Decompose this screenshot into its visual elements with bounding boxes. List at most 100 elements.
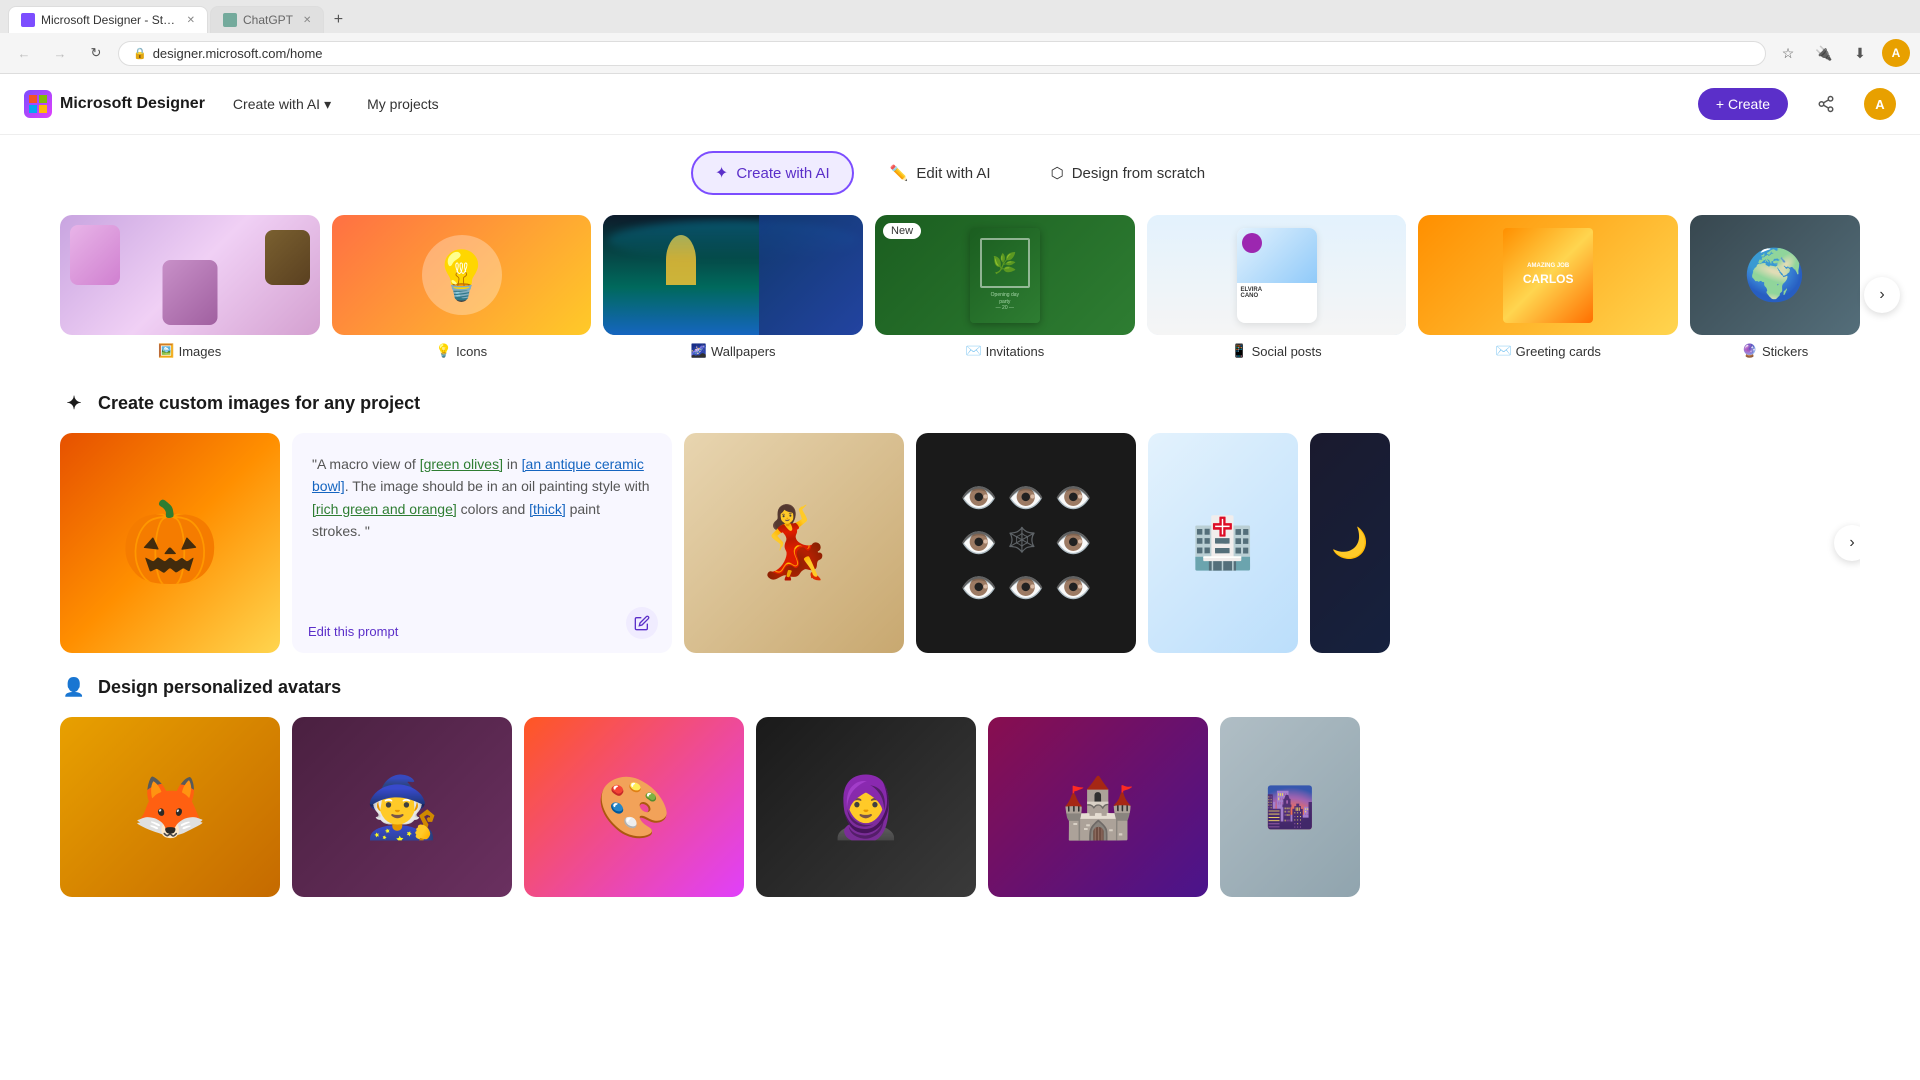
create-ai-label: Create with AI (736, 165, 829, 182)
image-pumpkin[interactable]: 🎃 (60, 433, 280, 653)
nav-my-projects-label: My projects (367, 96, 439, 112)
edit-ai-label: Edit with AI (916, 165, 990, 182)
new-tab-button[interactable]: + (326, 8, 350, 32)
category-stickers[interactable]: 🌍 🔮 Stickers (1690, 215, 1860, 359)
image-doctor[interactable]: 🏥 (1148, 433, 1298, 653)
design-scratch-label: Design from scratch (1072, 165, 1205, 182)
create-button-label: + Create (1716, 96, 1770, 112)
prompt-highlight-colors: [rich green and orange] (312, 501, 457, 517)
category-label-social: 📱 Social posts (1231, 343, 1321, 359)
browser-extension-icon[interactable]: 🔌 (1810, 39, 1838, 67)
category-label-stickers: 🔮 Stickers (1742, 343, 1808, 359)
create-with-ai-tab[interactable]: ✦ Create with AI (691, 151, 854, 195)
actions-bar: ✦ Create with AI ✏️ Edit with AI ⬡ Desig… (0, 135, 1920, 211)
avatar-5[interactable]: 🏰 (988, 717, 1208, 897)
image-dark[interactable]: 🌙 (1310, 433, 1390, 653)
category-img-social: ELVIRACANO (1147, 215, 1407, 335)
bookmark-icon[interactable]: ☆ (1774, 39, 1802, 67)
chatgpt-favicon (223, 13, 237, 27)
browser-actions: ☆ 🔌 ⬇ A (1774, 39, 1910, 67)
browser-tab-chatgpt[interactable]: ChatGPT ✕ (210, 6, 324, 33)
categories-section: 🖼️ Images 💡 💡 Icons (0, 211, 1920, 379)
category-label-invitations: ✉️ Invitations (965, 343, 1044, 359)
edit-icon-button[interactable] (626, 607, 658, 639)
category-label-wallpapers: 🌌 Wallpapers (691, 343, 776, 359)
category-social-posts[interactable]: ELVIRACANO 📱 Social posts (1147, 215, 1407, 359)
tab-close-msdesigner[interactable]: ✕ (187, 15, 195, 26)
edit-ai-icon: ✏️ (890, 164, 909, 182)
category-greeting-cards[interactable]: AMAZING JOBCARLOS ✉️ Greeting cards (1418, 215, 1678, 359)
tab-close-chatgpt[interactable]: ✕ (303, 15, 311, 26)
share-icon-svg (1817, 95, 1835, 113)
category-img-wallpapers (603, 215, 863, 335)
design-scratch-icon: ⬡ (1051, 164, 1064, 182)
nav-reload-button[interactable]: ↻ (82, 39, 110, 67)
nav-back-button[interactable]: ← (10, 39, 38, 67)
tab-title-msdesigner: Microsoft Designer - Stunning (41, 13, 177, 27)
wallpapers-icon: 🌌 (691, 343, 707, 359)
avatar-6[interactable]: 🌆 (1220, 717, 1360, 897)
category-label-images: 🖼️ Images (158, 343, 221, 359)
avatar-2[interactable]: 🧙 (292, 717, 512, 897)
category-img-greeting: AMAZING JOBCARLOS (1418, 215, 1678, 335)
greeting-icon: ✉️ (1495, 343, 1511, 359)
ssl-lock-icon: 🔒 (133, 47, 147, 60)
nav-my-projects-link[interactable]: My projects (359, 92, 447, 116)
address-text: designer.microsoft.com/home (153, 46, 323, 61)
brand-name: Microsoft Designer (60, 95, 205, 113)
category-label-icons: 💡 Icons (436, 343, 487, 359)
prompt-card: "A macro view of [green olives] in [an a… (292, 433, 672, 653)
avatars-title: 👤 Design personalized avatars (60, 673, 1860, 701)
avatar-3[interactable]: 🎨 (524, 717, 744, 897)
prompt-highlight-thick: [thick] (529, 501, 566, 517)
stickers-icon: 🔮 (1742, 343, 1758, 359)
category-img-invitations: New 🌿 Opening dayparty— 20 — (875, 215, 1135, 335)
brand: Microsoft Designer (24, 90, 205, 118)
microsoft-logo-icon (29, 95, 47, 113)
prompt-highlight-olives: [green olives] (420, 456, 503, 472)
category-images[interactable]: 🖼️ Images (60, 215, 320, 359)
invitations-icon: ✉️ (965, 343, 981, 359)
share-icon[interactable] (1808, 86, 1844, 122)
category-label-greeting: ✉️ Greeting cards (1495, 343, 1600, 359)
category-img-stickers: 🌍 (1690, 215, 1860, 335)
image-spiders[interactable]: 👁️ 👁️ 👁️ 👁️ 🕸️ 👁️ 👁️ 👁️ 👁️ (916, 433, 1136, 653)
category-wallpapers[interactable]: 🌌 Wallpapers (603, 215, 863, 359)
browser-tab-msdesigner[interactable]: Microsoft Designer - Stunning ✕ (8, 6, 208, 33)
prompt-text: "A macro view of [green olives] in [an a… (312, 453, 652, 543)
categories-row: 🖼️ Images 💡 💡 Icons (60, 215, 1860, 359)
create-button[interactable]: + Create (1698, 88, 1788, 120)
categories-scroll-arrow[interactable]: › (1864, 277, 1900, 313)
edit-prompt-button[interactable]: Edit this prompt (308, 624, 398, 639)
design-from-scratch-tab[interactable]: ⬡ Design from scratch (1027, 152, 1229, 194)
edit-with-ai-tab[interactable]: ✏️ Edit with AI (866, 152, 1015, 194)
social-icon: 📱 (1231, 343, 1247, 359)
msdesigner-favicon (21, 13, 35, 27)
nav-create-ai-dropdown[interactable]: Create with AI ▾ (225, 92, 339, 117)
avatar-4[interactable]: 🧕 (756, 717, 976, 897)
images-icon: 🖼️ (158, 343, 174, 359)
create-ai-icon: ✦ (715, 163, 728, 183)
app-container: Microsoft Designer Create with AI ▾ My p… (0, 74, 1920, 917)
images-carousel-arrow[interactable]: › (1834, 525, 1860, 561)
category-img-icons: 💡 (332, 215, 592, 335)
icons-img-inner: 💡 (332, 215, 592, 335)
nav-forward-button[interactable]: → (46, 39, 74, 67)
user-avatar[interactable]: A (1864, 88, 1896, 120)
browser-profile-button[interactable]: A (1882, 39, 1910, 67)
custom-images-grid: 🎃 "A macro view of [green olives] in [an… (60, 433, 1860, 653)
custom-images-title: ✦ Create custom images for any project (60, 389, 1860, 417)
browser-tabs: Microsoft Designer - Stunning ✕ ChatGPT … (0, 0, 1920, 33)
image-dancers[interactable]: 💃 (684, 433, 904, 653)
download-icon[interactable]: ⬇ (1846, 39, 1874, 67)
edit-pencil-icon (634, 615, 650, 631)
category-invitations[interactable]: New 🌿 Opening dayparty— 20 — ✉️ Invitati… (875, 215, 1135, 359)
top-nav: Microsoft Designer Create with AI ▾ My p… (0, 74, 1920, 135)
browser-chrome: Microsoft Designer - Stunning ✕ ChatGPT … (0, 0, 1920, 74)
dropdown-chevron-icon: ▾ (324, 96, 331, 113)
custom-images-title-text: Create custom images for any project (98, 393, 420, 414)
brand-logo (24, 90, 52, 118)
category-icons[interactable]: 💡 💡 Icons (332, 215, 592, 359)
avatar-1[interactable]: 🦊 (60, 717, 280, 897)
address-bar[interactable]: 🔒 designer.microsoft.com/home (118, 41, 1766, 66)
